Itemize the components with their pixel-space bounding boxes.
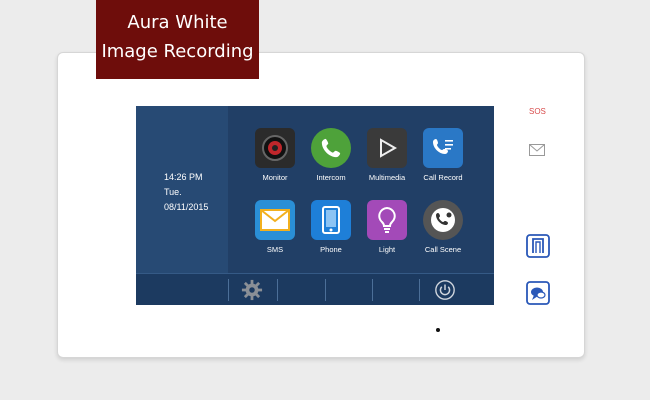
app-label: Call Scene xyxy=(424,245,462,254)
clock-date: 08/11/2015 xyxy=(164,202,209,212)
app-light[interactable]: Light xyxy=(359,200,415,254)
app-label: Multimedia xyxy=(368,173,406,182)
call-log-icon xyxy=(423,128,463,168)
badge-line-1: Aura White xyxy=(127,12,228,33)
taskbar-divider xyxy=(419,279,420,301)
clock: 14:26 PM Tue. 08/11/2015 xyxy=(164,170,208,215)
app-sms[interactable]: SMS xyxy=(247,200,303,254)
app-label: Phone xyxy=(320,245,342,254)
app-label: SMS xyxy=(266,245,284,254)
taskbar-divider xyxy=(228,279,229,301)
app-grid: Monitor Intercom Multimedia Call Record xyxy=(228,106,494,273)
app-label: Monitor xyxy=(262,173,288,182)
play-icon xyxy=(367,128,407,168)
taskbar-divider xyxy=(325,279,326,301)
taskbar-divider xyxy=(372,279,373,301)
app-label: Light xyxy=(378,245,396,254)
clock-day: Tue. xyxy=(164,187,182,197)
app-call-scene[interactable]: Call Scene xyxy=(415,200,471,254)
talk-icon[interactable] xyxy=(526,281,550,310)
envelope-icon xyxy=(255,200,295,240)
app-label: Intercom xyxy=(316,173,346,182)
smartphone-icon xyxy=(311,200,351,240)
promo-badge: Aura White Image Recording xyxy=(96,0,259,79)
app-intercom[interactable]: Intercom xyxy=(303,128,359,182)
app-call-record[interactable]: Call Record xyxy=(415,128,471,182)
app-phone[interactable]: Phone xyxy=(303,200,359,254)
door-icon[interactable] xyxy=(526,234,550,263)
gear-icon[interactable] xyxy=(241,279,263,301)
phone-handset-icon xyxy=(311,128,351,168)
camera-lens-icon xyxy=(255,128,295,168)
clock-time: 14:26 PM xyxy=(164,172,203,182)
app-multimedia[interactable]: Multimedia xyxy=(359,128,415,182)
envelope-outline-icon[interactable] xyxy=(529,143,545,161)
taskbar xyxy=(136,273,494,305)
app-label: Call Record xyxy=(423,173,463,182)
badge-line-2: Image Recording xyxy=(101,41,254,62)
camera-indicator xyxy=(436,328,440,332)
lightbulb-icon xyxy=(367,200,407,240)
power-icon[interactable] xyxy=(434,279,456,301)
app-monitor[interactable]: Monitor xyxy=(247,128,303,182)
taskbar-divider xyxy=(277,279,278,301)
screen: 14:26 PM Tue. 08/11/2015 Monitor Interco… xyxy=(136,106,494,305)
sos-label[interactable]: SOS xyxy=(529,107,546,116)
phone-gear-icon xyxy=(423,200,463,240)
clock-panel: 14:26 PM Tue. 08/11/2015 xyxy=(136,106,228,273)
